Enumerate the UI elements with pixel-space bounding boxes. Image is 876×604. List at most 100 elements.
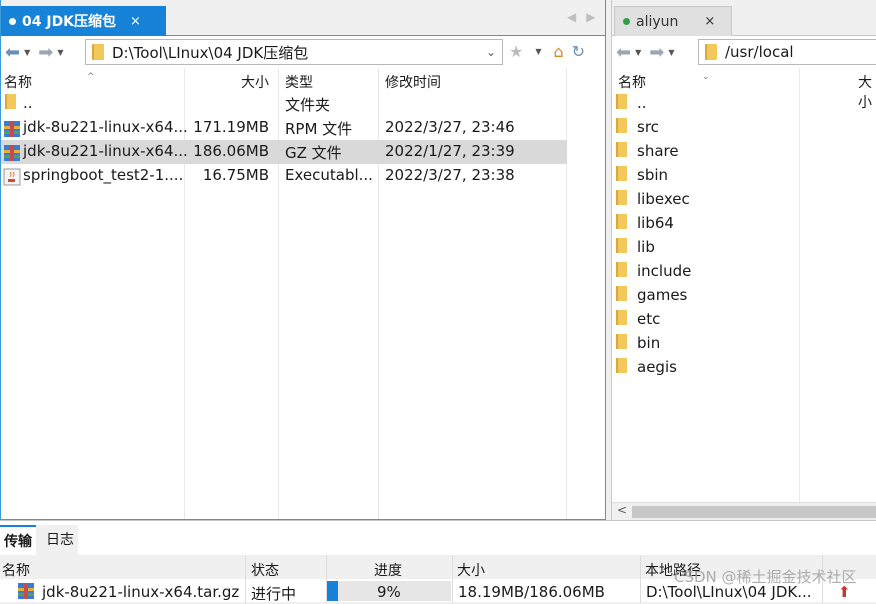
tab-transfer[interactable]: 传输 (0, 525, 36, 555)
file-type: Executabl... (285, 166, 373, 184)
list-item[interactable]: jdk-8u221-linux-x64... 171.19MB RPM 文件 2… (1, 116, 605, 140)
column-name[interactable]: 名称 (2, 560, 30, 580)
remote-tab-bar: aliyun × (612, 0, 876, 36)
transfer-panel: 传输 日志 名称 状态 进度 大小 本地路径 jdk-8u221-linux-x… (0, 520, 876, 603)
archive-icon (18, 583, 34, 599)
column-modified[interactable]: 修改时间 (385, 72, 441, 92)
folder-icon (616, 214, 627, 229)
close-icon[interactable]: × (704, 14, 715, 29)
folder-icon (616, 358, 627, 373)
tab-status-dot (9, 17, 16, 25)
column-status[interactable]: 状态 (251, 560, 279, 580)
file-size: 186.06MB (193, 142, 269, 160)
list-item[interactable]: sbin (612, 164, 876, 188)
list-item[interactable]: src (612, 116, 876, 140)
file-name: share (637, 142, 679, 160)
scroll-left-icon[interactable]: < (617, 503, 627, 517)
chevron-down-icon[interactable]: ▼ (668, 48, 674, 57)
watermark: CSDN @稀土掘金技术社区 (674, 568, 857, 586)
file-modified: 2022/3/27, 23:38 (385, 166, 515, 184)
back-arrow-icon[interactable]: ⬅ (5, 42, 20, 63)
column-name[interactable]: 名称 (4, 72, 32, 92)
local-file-pane: 04 JDK压缩包 × ◀▶ ⬅ ▼ ➡ ▼ D:\Tool\LInux\04 … (0, 0, 606, 520)
folder-icon (616, 334, 627, 349)
column-name[interactable]: 名称 (618, 72, 646, 92)
file-size: 171.19MB (193, 118, 269, 136)
connection-status-dot (623, 18, 630, 25)
file-name: .. (23, 94, 33, 112)
file-name: games (637, 286, 688, 304)
local-file-list: .. 文件夹 jdk-8u221-linux-x64... 171.19MB R… (1, 92, 605, 188)
remote-column-header: 名称 ⌄ 大小 (612, 68, 876, 111)
remote-file-list: .. src share sbin libexec lib64 lib incl… (612, 92, 876, 380)
chevron-down-icon[interactable]: ▼ (635, 48, 641, 57)
local-path-input[interactable]: D:\Tool\LInux\04 JDK压缩包 ⌄ (85, 39, 503, 65)
list-item[interactable]: include (612, 260, 876, 284)
file-name: sbin (637, 166, 669, 184)
local-column-header: 名称 ^ 大小 类型 修改时间 (1, 68, 605, 92)
list-item[interactable]: lib (612, 236, 876, 260)
file-name: aegis (637, 358, 677, 376)
folder-icon (616, 238, 627, 253)
list-item[interactable]: springboot_test2-1.... 16.75MB Executabl… (1, 164, 605, 188)
list-item[interactable]: .. 文件夹 (1, 92, 605, 116)
list-item[interactable]: jdk-8u221-linux-x64... 186.06MB GZ 文件 20… (1, 140, 605, 164)
tab-aliyun[interactable]: aliyun × (614, 6, 732, 36)
list-item[interactable]: libexec (612, 188, 876, 212)
sort-ascending-icon: ^ (87, 72, 95, 82)
back-arrow-icon[interactable]: ⬅ (616, 42, 631, 63)
sort-ascending-icon: ⌄ (702, 72, 710, 82)
list-item[interactable]: games (612, 284, 876, 308)
column-progress[interactable]: 进度 (374, 560, 402, 580)
transfer-tabs: 传输 日志 (0, 525, 78, 555)
column-type[interactable]: 类型 (285, 72, 313, 92)
home-icon[interactable]: ⌂ (554, 42, 564, 61)
folder-icon (616, 190, 627, 205)
star-icon[interactable]: ★ (509, 42, 523, 61)
scrollbar-thumb[interactable] (632, 506, 876, 518)
list-item[interactable]: etc (612, 308, 876, 332)
java-icon (3, 168, 21, 186)
folder-icon (616, 142, 627, 157)
list-item[interactable]: bin (612, 332, 876, 356)
list-item[interactable]: aegis (612, 356, 876, 380)
transfer-file-name: jdk-8u221-linux-x64.tar.gz (42, 583, 240, 601)
progress-bar: 9% (327, 581, 451, 601)
forward-arrow-icon[interactable]: ➡ (649, 42, 664, 63)
chevron-down-icon[interactable]: ⌄ (486, 45, 496, 59)
remote-path-text: /usr/local (725, 43, 794, 61)
file-modified: 2022/3/27, 23:46 (385, 118, 515, 136)
file-size: 16.75MB (202, 166, 269, 184)
local-path-text: D:\Tool\LInux\04 JDK压缩包 (112, 43, 309, 62)
local-toolbar: ⬅ ▼ ➡ ▼ D:\Tool\LInux\04 JDK压缩包 ⌄ ★ ▼ ⌂ … (1, 36, 605, 68)
tab-label: 04 JDK压缩包 (22, 14, 117, 30)
refresh-icon[interactable]: ↻ (572, 42, 585, 61)
column-size[interactable]: 大小 (457, 560, 485, 580)
chevron-down-icon[interactable]: ▼ (24, 48, 30, 57)
list-item[interactable]: lib64 (612, 212, 876, 236)
folder-icon (616, 166, 627, 181)
tab-log[interactable]: 日志 (36, 525, 78, 555)
column-size[interactable]: 大小 (241, 72, 269, 92)
remote-toolbar: ⬅ ▼ ➡ ▼ /usr/local (612, 36, 876, 68)
remote-path-input[interactable]: /usr/local (698, 39, 876, 65)
horizontal-scrollbar[interactable]: < (612, 502, 876, 520)
folder-icon (616, 262, 627, 277)
local-tab-bar: 04 JDK压缩包 × ◀▶ (1, 0, 605, 36)
folder-icon (616, 310, 627, 325)
file-name: libexec (637, 190, 690, 208)
close-icon[interactable]: × (130, 14, 141, 29)
tab-scroll-arrows[interactable]: ◀▶ (567, 10, 605, 24)
file-type: RPM 文件 (285, 120, 353, 138)
file-name: etc (637, 310, 661, 328)
chevron-down-icon[interactable]: ▼ (535, 47, 541, 56)
folder-icon (5, 94, 16, 109)
list-item[interactable]: .. (612, 92, 876, 116)
chevron-down-icon[interactable]: ▼ (57, 48, 63, 57)
file-name: lib64 (637, 214, 674, 232)
list-item[interactable]: share (612, 140, 876, 164)
file-modified: 2022/1/27, 23:39 (385, 142, 515, 160)
forward-arrow-icon[interactable]: ➡ (38, 42, 53, 63)
file-name: jdk-8u221-linux-x64... (23, 118, 188, 136)
tab-local[interactable]: 04 JDK压缩包 × (1, 6, 166, 36)
